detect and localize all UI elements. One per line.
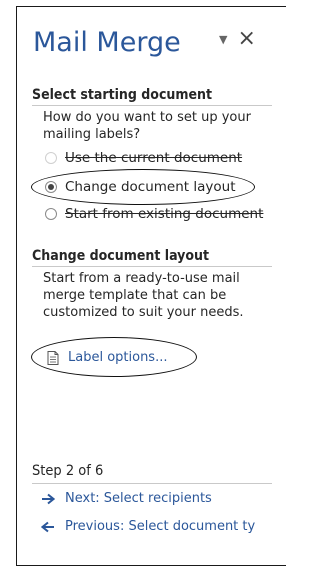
radio-use-current-document: Use the current document xyxy=(45,150,242,166)
radio-button[interactable] xyxy=(45,208,57,220)
label-options-link[interactable]: Label options... xyxy=(47,350,167,365)
previous-step-label: Previous: Select document ty xyxy=(65,519,256,534)
section-divider xyxy=(32,105,272,106)
radio-start-from-existing-document[interactable]: Start from existing document xyxy=(45,206,263,222)
close-icon[interactable]: × xyxy=(237,28,255,50)
chevron-down-icon[interactable]: ▼ xyxy=(219,33,227,46)
radio-label: Change document layout xyxy=(65,179,236,195)
section-divider xyxy=(32,266,272,267)
radio-change-document-layout[interactable]: Change document layout xyxy=(45,179,236,195)
document-icon xyxy=(47,350,59,365)
arrow-right-icon xyxy=(41,493,55,505)
radio-button[interactable] xyxy=(45,181,57,193)
previous-step-link[interactable]: Previous: Select document ty xyxy=(41,519,255,534)
step-indicator: Step 2 of 6 xyxy=(32,463,104,479)
setup-prompt: How do you want to set up your mailing l… xyxy=(43,110,251,142)
radio-button xyxy=(45,152,57,164)
next-step-label: Next: Select recipients xyxy=(65,491,212,506)
radio-label: Start from existing document xyxy=(65,206,264,222)
pane-title: Mail Merge xyxy=(33,27,181,58)
radio-label: Use the current document xyxy=(65,150,243,166)
change-document-layout-heading: Change document layout xyxy=(32,248,210,264)
next-step-link[interactable]: Next: Select recipients xyxy=(41,491,212,506)
mail-merge-pane: Mail Merge ▼ × Select starting document … xyxy=(16,6,286,566)
label-options-label: Label options... xyxy=(68,350,168,365)
section-divider xyxy=(32,483,272,484)
arrow-left-icon xyxy=(41,521,55,533)
select-starting-document-heading: Select starting document xyxy=(32,87,213,103)
layout-description: Start from a ready-to-use mail merge tem… xyxy=(43,271,244,320)
pane-controls: ▼ × xyxy=(219,28,256,50)
